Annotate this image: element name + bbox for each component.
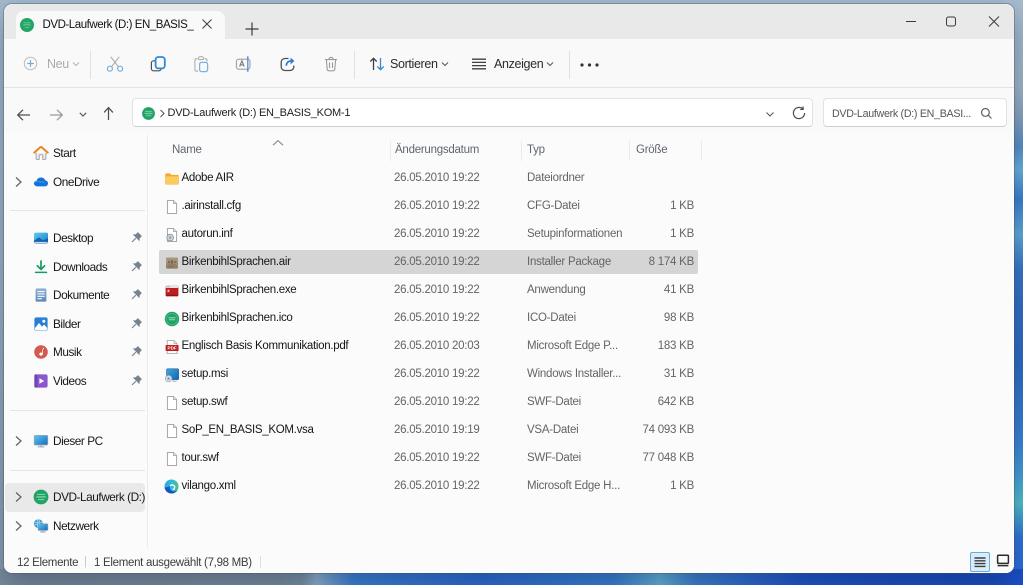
svg-text:PDF: PDF xyxy=(168,346,177,351)
